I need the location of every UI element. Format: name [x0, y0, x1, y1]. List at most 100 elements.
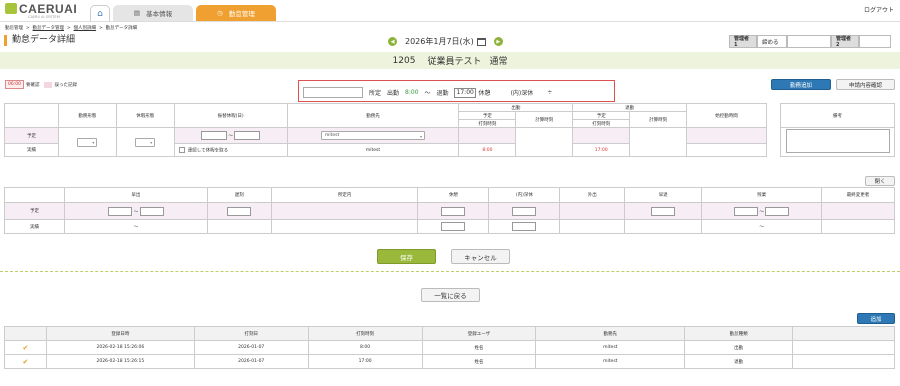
soutai-input[interactable]	[651, 206, 676, 216]
add-stamp-button[interactable]: 追加	[857, 313, 895, 324]
workplace-actual: mitest	[286, 143, 460, 157]
zangyo-from-input[interactable]	[733, 206, 758, 216]
header-divider	[0, 21, 900, 22]
row-date: 2026-01-07	[193, 340, 309, 355]
row-workplace: mitest	[535, 354, 686, 369]
breadcrumb-item-data-manage[interactable]: 勤怠データ管理	[33, 26, 65, 31]
kyukei-label: 休憩	[478, 90, 491, 97]
zangyo-to-input[interactable]	[765, 206, 790, 216]
header-work-type: 勤務形態	[57, 103, 117, 128]
shukkin-value: 8:00	[405, 89, 419, 96]
continue-leave-cell: 連続して休暇を取る	[173, 143, 288, 157]
taikin-input[interactable]: 17:00	[453, 87, 476, 98]
naishinya-label: (内)深休	[510, 90, 534, 97]
t2-kyukei-plan	[417, 202, 490, 220]
row-label-actual: 実績	[4, 143, 59, 157]
app-logo: CAERUAI	[5, 2, 77, 16]
header-taikin: 退勤	[572, 103, 688, 112]
t2-header-hayade: 早出	[63, 187, 208, 203]
t2-header-last-editor: 最終変更者	[821, 187, 895, 203]
legend: 06:00 要確認 誤った記録	[5, 80, 77, 89]
row-check[interactable]: ✔	[4, 340, 47, 355]
continue-leave-label: 連続して休暇を取る	[187, 148, 229, 154]
work-type-select[interactable]: ▾	[77, 137, 98, 147]
next-day-button[interactable]: ▶	[493, 37, 503, 46]
current-date: 2026年1月7日(水)	[405, 37, 474, 46]
transfer-to-input[interactable]	[234, 131, 261, 140]
legend-wrong-swatch	[44, 81, 53, 88]
t2-naishinya-actual	[488, 219, 561, 234]
t2-header-soutai: 早退	[624, 187, 703, 203]
t3-header-check	[4, 326, 47, 341]
shotei-label: 所定	[369, 90, 382, 97]
row-time: 17:00	[307, 354, 423, 369]
taikin-label: 退勤	[436, 90, 449, 97]
t2-naishinya-plan	[488, 202, 561, 220]
legend-wrong-label: 誤った記録	[54, 82, 77, 88]
row-time: 8:00	[307, 340, 423, 355]
tab-attendance[interactable]: ◷ 勤怠管理	[196, 5, 276, 21]
employee-name: 従業員テスト	[427, 57, 482, 67]
chevron-down-icon: ▾	[420, 134, 423, 139]
add-attendance-button[interactable]: 勤務追加	[771, 79, 831, 90]
naishinya-actual-input[interactable]	[512, 222, 537, 231]
header-control-time: 始控勤時間	[686, 103, 767, 128]
t2-row-label-actual: 実績	[4, 219, 65, 234]
t3-header-action	[792, 326, 895, 341]
remarks-cell	[780, 127, 895, 157]
tab-home[interactable]: ⌂	[90, 5, 110, 21]
approver1-close-button[interactable]: 締める	[757, 35, 787, 48]
prev-day-button[interactable]: ◀	[388, 37, 397, 46]
hayade-to-input[interactable]	[139, 206, 164, 216]
t3-header-kind: 勤怠種類	[684, 326, 794, 341]
chikoku-input[interactable]	[227, 206, 252, 216]
row-action	[792, 354, 895, 369]
save-button[interactable]: 保存	[377, 249, 436, 264]
schedule-pattern-input[interactable]	[303, 87, 363, 98]
row-kind: 出勤	[684, 340, 794, 355]
workplace-select[interactable]: mitest ▾	[321, 131, 426, 140]
naishinya-plan-input[interactable]	[512, 206, 537, 216]
legend-unconfirmed-sample: 06:00	[5, 80, 24, 89]
t2-chikoku-actual	[206, 219, 272, 234]
breadcrumb-item-personal[interactable]: 個人別詳細	[74, 26, 97, 31]
remarks-table: 備考	[780, 103, 895, 157]
logo-subtitle: CAERU AI SYSTEM	[28, 15, 60, 19]
attendance-detail-table: 勤務形態 休暇形態 振替休暇(日) 勤務先 出勤 退勤 始控勤時間 予定 計算時…	[4, 103, 767, 157]
t2-header-chikoku: 遅刻	[206, 187, 272, 203]
kyukei-actual-input[interactable]	[441, 222, 466, 231]
leave-type-select[interactable]: ▾	[135, 137, 156, 147]
shukkin-plan-cell	[458, 127, 517, 144]
t2-chikoku-plan	[206, 202, 272, 220]
approver2-label: 管理者2	[831, 35, 859, 48]
transfer-from-input[interactable]	[200, 131, 227, 140]
chevron-down-icon: ▾	[150, 139, 153, 145]
tab-basic-info[interactable]: ▤ 基本情報	[113, 5, 193, 21]
expand-button[interactable]: 閉く	[865, 176, 895, 186]
logout-link[interactable]: ログアウト	[864, 5, 894, 14]
hayade-from-input[interactable]	[108, 206, 133, 216]
header-shukkin-stamp: 打刻時刻	[458, 119, 517, 128]
t3-header-time: 打刻時刻	[307, 326, 423, 341]
back-to-list-button[interactable]: 一覧に戻る	[421, 288, 480, 302]
frog-logo-icon	[5, 3, 17, 14]
cancel-button[interactable]: キャンセル	[451, 249, 510, 264]
table-row: ✔ 2026-02-18 15:26:15 2026-01-07 17:00 姓…	[4, 354, 895, 369]
confirm-request-button[interactable]: 申請内容確認	[836, 79, 895, 90]
chevron-down-icon: ▾	[92, 139, 95, 145]
remarks-textarea[interactable]	[785, 129, 890, 153]
shukkin-label: 出勤	[387, 90, 400, 97]
header-taikin-stamp: 打刻時刻	[572, 119, 631, 128]
row-user: 姓名	[421, 340, 537, 355]
kyukei-plan-input[interactable]	[441, 206, 466, 216]
approver1-stamp	[787, 35, 831, 48]
workplace-plan-cell: mitest ▾	[286, 127, 460, 144]
continue-leave-checkbox[interactable]	[178, 146, 185, 153]
page-title: 勤怠データ詳細	[4, 35, 75, 46]
calendar-icon[interactable]	[476, 37, 486, 46]
row-check[interactable]: ✔	[4, 354, 47, 369]
control-time-actual-cell	[686, 143, 767, 157]
t2-row-label-plan: 予定	[4, 202, 65, 220]
t3-header-date: 打刻日	[193, 326, 309, 341]
clock-icon: ◷	[217, 9, 223, 17]
